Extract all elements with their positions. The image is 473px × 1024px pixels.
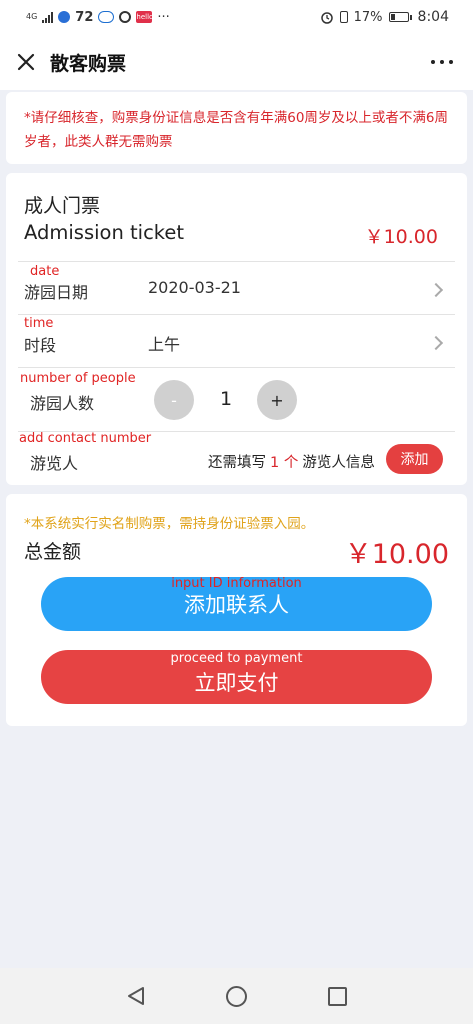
decrease-button[interactable]: - xyxy=(154,380,194,420)
add-visitor-button[interactable]: 添加 xyxy=(386,444,443,474)
app-notification-icon xyxy=(58,11,71,23)
visitor-label: 游览人 xyxy=(30,454,79,473)
people-quantity: 1 xyxy=(220,388,233,410)
date-label: 游园日期 xyxy=(24,283,89,302)
age-notice-text: *请仔细核查，购票身份证信息是否含有年满60周岁及以上或者不满6周岁者，此类人群… xyxy=(24,110,449,150)
add-contact-label: 添加联系人 xyxy=(184,593,289,617)
status-bar: 4G 72 hello ··· 17% 8:04 xyxy=(0,0,473,34)
battery-icon xyxy=(388,12,412,22)
system-nav-bar xyxy=(0,968,473,1024)
realname-notice: *本系统实行实名制购票，需持身份证验票入园。 xyxy=(24,516,315,532)
time-label: 时段 xyxy=(24,336,57,355)
summary-card: *本系统实行实名制购票，需持身份证验票入园。 总金额 ￥10.00 input … xyxy=(6,494,467,726)
divider xyxy=(18,367,455,368)
network-indicator: 4G xyxy=(26,12,38,21)
date-value: 2020-03-21 xyxy=(148,278,241,297)
pay-button-annotation: proceed to payment xyxy=(170,651,303,666)
chevron-right-icon xyxy=(428,282,444,298)
clock: 8:04 xyxy=(417,9,449,25)
ticket-card: 成人门票 Admission ticket ￥10.00 date 游园日期 2… xyxy=(6,173,467,485)
time-value: 上午 xyxy=(148,335,181,354)
pay-now-button[interactable]: proceed to payment 立即支付 xyxy=(41,650,432,704)
app-badge-icon: hello xyxy=(136,11,154,23)
date-annotation: date xyxy=(30,264,60,279)
pay-now-label: 立即支付 xyxy=(194,671,279,695)
visitor-hint-prefix: 还需填写 xyxy=(208,455,266,471)
total-label: 总金额 xyxy=(24,541,82,563)
contact-button-annotation: input ID information xyxy=(171,576,302,591)
age-notice-card: *请仔细核查，购票身份证信息是否含有年满60周岁及以上或者不满6周岁者，此类人群… xyxy=(6,92,467,164)
close-icon[interactable] xyxy=(12,48,40,76)
total-amount: ￥10.00 xyxy=(344,539,449,570)
divider xyxy=(18,314,455,315)
home-circle-icon[interactable] xyxy=(226,986,247,1007)
status-left: 4G 72 hello ··· xyxy=(0,10,170,25)
divider xyxy=(18,261,455,262)
add-contact-button[interactable]: input ID information 添加联系人 xyxy=(41,576,432,631)
alarm-icon xyxy=(320,12,333,24)
back-triangle-icon[interactable] xyxy=(126,986,146,1006)
visitor-info-hint: 还需填写 1 个游览人信息 xyxy=(208,451,375,472)
time-annotation: time xyxy=(24,316,54,331)
visitor-hint-count: 1 个 xyxy=(270,455,299,471)
visitor-hint-suffix: 游览人信息 xyxy=(302,455,375,471)
notification-count: 72 xyxy=(75,9,94,25)
ticket-name-en: Admission ticket xyxy=(24,221,185,244)
battery-percent: 17% xyxy=(353,9,383,25)
page-title: 散客购票 xyxy=(50,52,127,75)
more-notifications: ··· xyxy=(157,9,170,25)
signal-icon xyxy=(42,11,54,23)
ticket-name-cn: 成人门票 xyxy=(24,195,101,217)
ticket-price: ￥10.00 xyxy=(364,226,438,248)
chevron-right-icon xyxy=(428,335,444,351)
contact-annotation: add contact number xyxy=(19,431,152,446)
vibrate-icon xyxy=(339,11,348,23)
increase-button[interactable]: + xyxy=(257,380,297,420)
people-annotation: number of people xyxy=(20,371,136,386)
status-right: 17% 8:04 xyxy=(320,9,473,25)
more-icon[interactable] xyxy=(431,60,453,64)
browser-icon xyxy=(119,11,132,23)
people-label: 游园人数 xyxy=(30,394,95,413)
message-icon xyxy=(98,11,115,23)
recent-square-icon[interactable] xyxy=(328,987,347,1006)
title-bar: 散客购票 xyxy=(0,34,473,90)
